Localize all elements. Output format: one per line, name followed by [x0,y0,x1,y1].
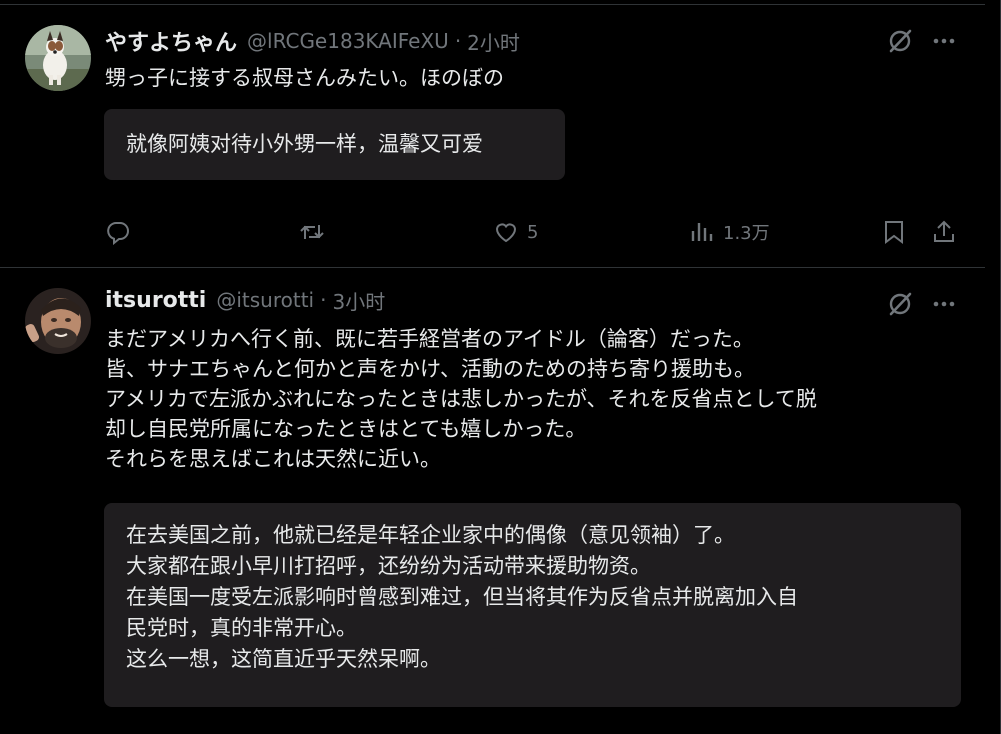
translation-box: 在去美国之前，他就已经是年轻企业家中的偶像（意见领袖）了。 大家都在跟小早川打招… [104,503,961,707]
avatar[interactable] [25,288,91,354]
repost-button[interactable] [299,215,333,249]
author-name[interactable]: やすよちゃん [105,25,237,57]
heart-icon [495,223,517,243]
post-time[interactable]: 3小时 [332,286,385,315]
bookmark-icon [885,221,903,244]
author-handle[interactable]: @itsurotti [216,288,314,312]
post-time[interactable]: 2小时 [467,27,520,56]
dog-photo-avatar-icon [25,25,91,91]
grok-icon[interactable] [886,290,914,318]
post-text-line: それらを思えばこれは天然に近い。 [105,447,441,471]
post-text: まだアメリカへ行く前、既に若手経営者のアイドル（論客）だった。 皆、サナエちゃん… [105,324,955,474]
post-header: itsurotti @itsurotti · 3小时 [105,285,385,315]
post-header: やすよちゃん @lRCGe183KAIFeXU · 2小时 [105,26,520,56]
like-button[interactable]: 5 [493,215,538,249]
translation-box: 就像阿姨对待小外甥一样，温馨又可爱 [104,109,565,180]
reply-icon [107,222,129,245]
translation-line: 就像阿姨对待小外甥一样，温馨又可爱 [126,132,483,156]
translation-line: 大家都在跟小早川打招呼，还纷纷为活动带来援助物资。 [126,554,651,578]
post-text-line: 皆、サナエちゃんと何かと声をかけ、活動のための持ち寄り援助も。 [105,357,755,381]
post[interactable]: やすよちゃん @lRCGe183KAIFeXU · 2小时 甥っ子に接する叔母さ… [0,5,985,268]
views-button[interactable]: 1.3万 [689,215,770,249]
more-options-icon[interactable] [930,27,958,55]
translation-line: 民党时，真的非常开心。 [126,616,357,640]
analytics-icon [691,223,713,241]
post-text-line: アメリカで左派かぶれになったときは悲しかったが、それを反省点として脱 [105,387,817,411]
author-handle[interactable]: @lRCGe183KAIFeXU [247,29,449,53]
share-button[interactable] [931,215,957,249]
more-options-icon[interactable] [930,290,958,318]
separator: · [454,29,462,53]
man-photo-avatar-icon [25,288,91,354]
like-count: 5 [527,221,539,243]
grok-icon[interactable] [886,27,914,55]
post-text: 甥っ子に接する叔母さんみたい。ほのぼの [105,63,955,93]
separator: · [320,288,327,312]
translation-line: 在美国一度受左派影响时曾感到难过，但当将其作为反省点并脱离加入自 [126,585,798,609]
bookmark-button[interactable] [881,215,907,249]
translation-line: 这么一想，这简直近乎天然呆啊。 [126,647,441,671]
reply-button[interactable] [105,215,139,249]
timeline-feed: やすよちゃん @lRCGe183KAIFeXU · 2小时 甥っ子に接する叔母さ… [0,0,1001,734]
author-name[interactable]: itsurotti [105,288,206,313]
views-count: 1.3万 [723,223,770,244]
post-actions: 5 1.3万 [105,215,960,249]
avatar[interactable] [25,25,91,91]
post[interactable]: itsurotti @itsurotti · 3小时 まだアメリカへ行く前、既に… [0,268,985,734]
repost-icon [300,225,324,239]
post-text-line: 甥っ子に接する叔母さんみたい。ほのぼの [105,66,504,90]
post-text-line: まだアメリカへ行く前、既に若手経営者のアイドル（論客）だった。 [105,327,754,351]
translation-line: 在去美国之前，他就已经是年轻企业家中的偶像（意见领袖）了。 [126,523,735,547]
post-text-line: 却し自民党所属になったときはとても嬉しかった。 [105,417,587,441]
share-icon [934,220,954,242]
